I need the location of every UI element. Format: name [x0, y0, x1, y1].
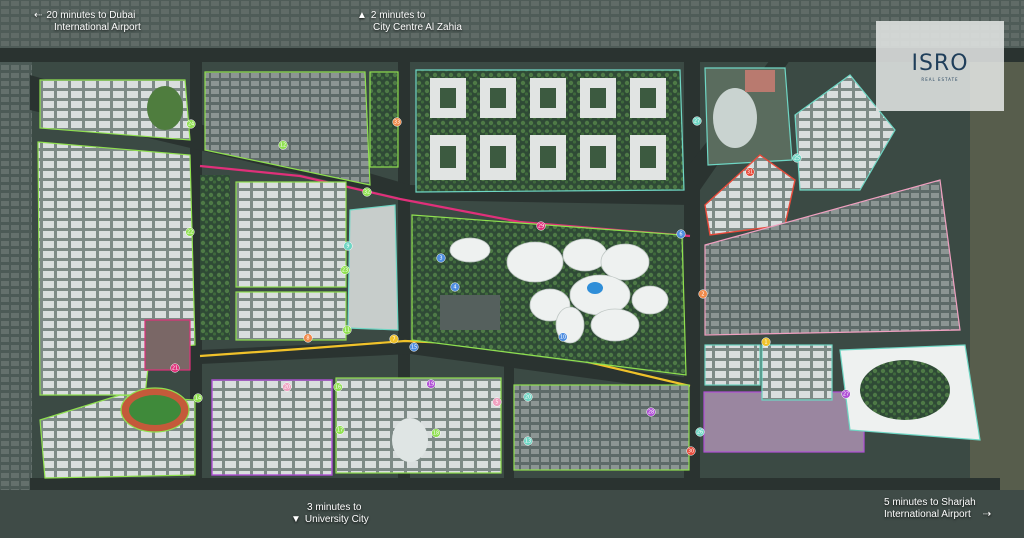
- plot-marker-number: 12: [280, 142, 286, 148]
- plot-marker[interactable]: 1: [761, 337, 771, 347]
- plot-marker[interactable]: 30: [686, 446, 696, 456]
- plot-marker[interactable]: 29: [536, 221, 546, 231]
- plot-marker-number: 23: [342, 267, 348, 273]
- plot-marker-number: 15: [411, 344, 417, 350]
- plot-marker[interactable]: 9: [343, 241, 353, 251]
- site-plan: 24122227253132292391121148 76234152720 161…: [0, 0, 1024, 538]
- plot-marker-number: 19: [428, 381, 434, 387]
- plot-marker-number: 18: [433, 430, 439, 436]
- plot-marker[interactable]: 26: [695, 427, 705, 437]
- nav-sharjah-airport: 5 minutes to Sharjah International Airpo…: [884, 497, 992, 520]
- plot-marker[interactable]: 8: [303, 333, 313, 343]
- plot-marker[interactable]: 18: [431, 428, 441, 438]
- plot-marker[interactable]: 4: [450, 282, 460, 292]
- plot-marker-number: 1: [764, 339, 767, 345]
- plot-marker-number: 27: [843, 391, 849, 397]
- south-district: [0, 490, 1024, 538]
- west-district: [0, 60, 32, 490]
- plot-marker[interactable]: 15: [409, 342, 419, 352]
- arrow-left-icon: ⇠: [34, 10, 43, 21]
- plot-marker-number: 9: [346, 243, 349, 249]
- plot-marker[interactable]: 19: [426, 379, 436, 389]
- plot-marker-number: 3: [439, 255, 442, 261]
- plot-marker[interactable]: 25: [792, 153, 802, 163]
- plot-marker[interactable]: 28: [646, 407, 656, 417]
- isro-logo: ISRO REAL ESTATE: [876, 21, 1004, 111]
- plot-marker[interactable]: 32: [362, 187, 372, 197]
- arrow-down-icon: ▼: [291, 514, 301, 525]
- plot-marker[interactable]: 10: [558, 332, 568, 342]
- plot-marker-number: 21: [172, 365, 178, 371]
- plot-marker-number: 20: [284, 384, 290, 390]
- plot-marker[interactable]: 6: [676, 229, 686, 239]
- plot-marker-number: 31: [747, 169, 753, 175]
- nav-university-city: 3 minutes to ▼ University City: [291, 502, 369, 525]
- plot-marker-number: 6: [679, 231, 682, 237]
- zone-west: [37, 141, 196, 396]
- plot-marker-number: 30: [688, 448, 694, 454]
- plot-marker-number: 28: [648, 409, 654, 415]
- arrow-right-icon: ⇢: [982, 509, 992, 520]
- plot-marker[interactable]: 23: [340, 265, 350, 275]
- plot-marker[interactable]: 20: [523, 392, 533, 402]
- plot-marker-number: 11: [344, 327, 350, 333]
- plot-marker[interactable]: 21: [170, 363, 180, 373]
- plot-marker-number: 20: [525, 394, 531, 400]
- plot-marker-number: 14: [195, 395, 201, 401]
- plot-marker-number: 26: [697, 429, 703, 435]
- nav-dubai-airport: ⇠ 20 minutes to Dubai International Airpo…: [34, 10, 141, 33]
- plot-marker[interactable]: 16: [333, 382, 343, 392]
- arrow-up-icon: ▲: [357, 10, 367, 21]
- plot-marker-number: 33: [394, 119, 400, 125]
- plot-marker[interactable]: 11: [342, 325, 352, 335]
- plot-marker[interactable]: 3: [436, 253, 446, 263]
- plot-marker[interactable]: 31: [745, 167, 755, 177]
- plot-marker-number: 27: [694, 118, 700, 124]
- plot-marker-number: 10: [560, 334, 566, 340]
- plot-marker[interactable]: 14: [193, 393, 203, 403]
- plot-marker[interactable]: 5: [492, 397, 502, 407]
- plot-marker-number: 13: [525, 438, 531, 444]
- plot-marker-number: 32: [364, 189, 370, 195]
- plot-marker-number: 4: [453, 284, 456, 290]
- plot-marker[interactable]: 7: [389, 334, 399, 344]
- plot-marker-number: 29: [538, 223, 544, 229]
- plot-marker-number: 2: [701, 291, 704, 297]
- nav-city-centre: ▲ 2 minutes to City Centre Al Zahia: [357, 10, 462, 33]
- plot-marker[interactable]: 20: [282, 382, 292, 392]
- masterplan-map: 24 12 22 27 25 31 32 29 23 9 11 21 14 8 7 6 2 3 4 15 27 20 16 1…: [0, 0, 1024, 538]
- plot-marker-number: 16: [335, 384, 341, 390]
- plot-marker[interactable]: 12: [278, 140, 288, 150]
- plot-marker-number: 22: [187, 229, 193, 235]
- plot-marker[interactable]: 2: [698, 289, 708, 299]
- plot-marker[interactable]: 27: [692, 116, 702, 126]
- plot-marker[interactable]: 13: [523, 436, 533, 446]
- plot-marker-number: 25: [794, 155, 800, 161]
- plot-marker[interactable]: 33: [392, 117, 402, 127]
- plot-marker-number: 8: [306, 335, 309, 341]
- zone-north-blocks: [415, 69, 685, 193]
- plot-marker-number: 5: [495, 399, 498, 405]
- plot-marker[interactable]: 27: [841, 389, 851, 399]
- plot-marker[interactable]: 22: [185, 227, 195, 237]
- plot-marker-number: 24: [188, 121, 194, 127]
- plot-marker-number: 7: [392, 336, 395, 342]
- plot-marker[interactable]: 17: [335, 425, 345, 435]
- plot-marker[interactable]: 24: [186, 119, 196, 129]
- plot-marker-number: 17: [337, 427, 343, 433]
